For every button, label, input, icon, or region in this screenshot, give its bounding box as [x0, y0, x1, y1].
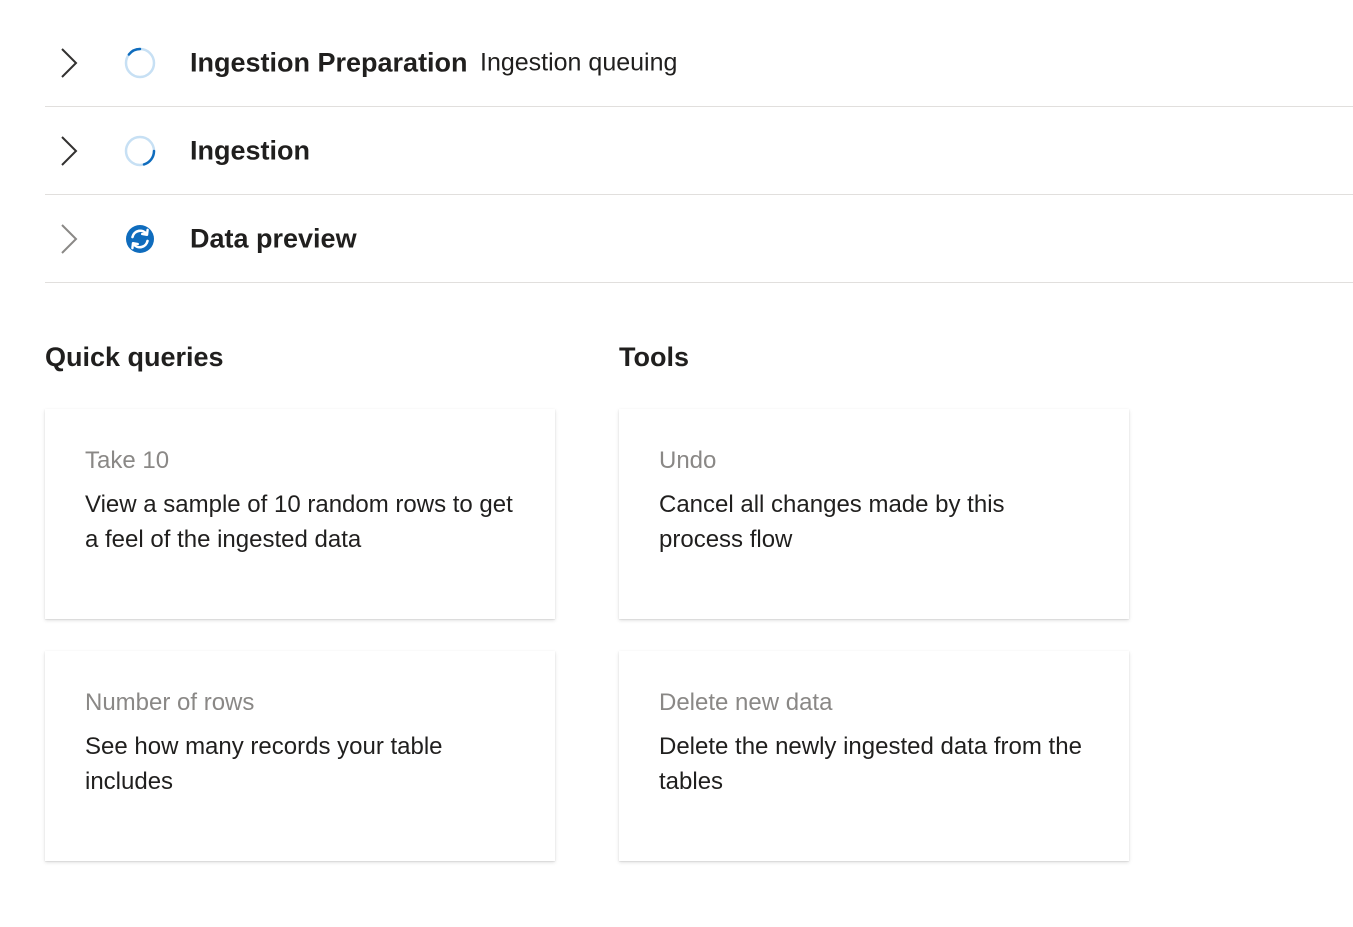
process-steps: Ingestion Preparation Ingestion queuing …: [45, 20, 1353, 283]
step-title: Ingestion Preparation: [190, 47, 468, 78]
step-data-preview[interactable]: Data preview: [45, 195, 1353, 283]
step-ingestion[interactable]: Ingestion: [45, 107, 1353, 195]
card-description: Delete the newly ingested data from the …: [659, 733, 1082, 795]
step-status-text: Ingestion queuing: [480, 48, 678, 77]
card-description: See how many records your table includes: [85, 733, 443, 795]
step-title: Ingestion: [190, 135, 310, 165]
tool-card-delete-new-data[interactable]: Delete new data Delete the newly ingeste…: [619, 651, 1129, 861]
quick-query-card-number-of-rows[interactable]: Number of rows See how many records your…: [45, 651, 555, 861]
sync-icon: [126, 224, 154, 253]
card-title: Delete new data: [659, 689, 833, 716]
chevron-right-icon[interactable]: [59, 46, 79, 80]
card-description: Cancel all changes made by this process …: [659, 491, 1005, 553]
loading-spinner-icon: [124, 135, 156, 166]
card-title: Number of rows: [85, 689, 255, 716]
chevron-right-icon[interactable]: [59, 134, 79, 168]
quick-queries-heading: Quick queries: [45, 342, 224, 372]
chevron-right-icon[interactable]: [59, 222, 79, 256]
tool-card-undo[interactable]: Undo Cancel all changes made by this pro…: [619, 409, 1129, 619]
card-description: View a sample of 10 random rows to get a…: [85, 491, 513, 553]
loading-spinner-icon: [124, 47, 156, 79]
card-title: Take 10: [85, 447, 170, 474]
quick-query-card-take-10[interactable]: Take 10 View a sample of 10 random rows …: [45, 409, 555, 619]
step-ingestion-preparation[interactable]: Ingestion Preparation Ingestion queuing: [45, 20, 1353, 107]
card-title: Undo: [659, 447, 717, 474]
step-title: Data preview: [190, 223, 357, 253]
tools-heading: Tools: [619, 342, 689, 372]
